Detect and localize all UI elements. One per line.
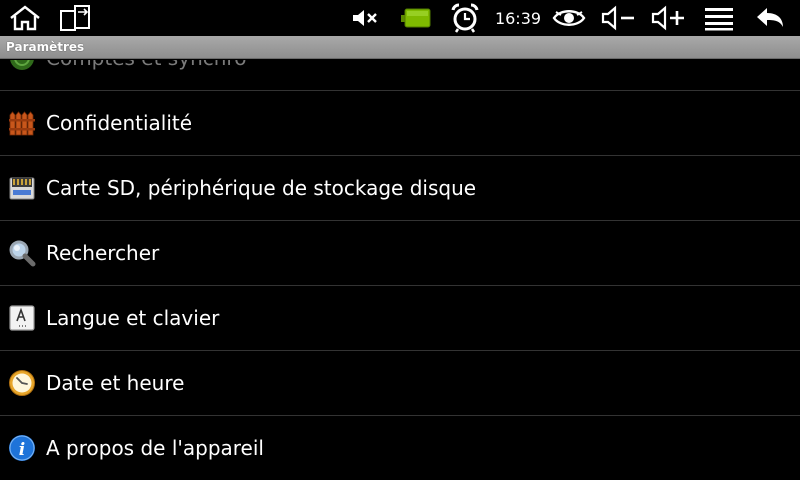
list-item-search[interactable]: Rechercher bbox=[0, 221, 800, 285]
list-item-label: A propos de l'appareil bbox=[46, 436, 264, 460]
svg-text:i: i bbox=[19, 440, 25, 460]
battery-icon bbox=[398, 0, 434, 36]
back-icon[interactable] bbox=[752, 0, 788, 36]
list-item-sd-card[interactable]: Carte SD, périphérique de stockage disqu… bbox=[0, 156, 800, 220]
list-item-label: Date et heure bbox=[46, 371, 185, 395]
keyboard-language-icon bbox=[9, 305, 35, 331]
list-item-accounts-sync[interactable]: Comptes et synchro bbox=[0, 60, 800, 90]
status-time: 16:39 bbox=[494, 8, 542, 28]
list-item-language-keyboard[interactable]: Langue et clavier bbox=[0, 286, 800, 350]
sync-icon bbox=[10, 60, 34, 70]
sd-card-icon bbox=[9, 177, 35, 200]
rotate-screen-icon[interactable] bbox=[56, 0, 96, 36]
list-item-label: Rechercher bbox=[46, 241, 160, 265]
list-item-about-device[interactable]: i A propos de l'appareil bbox=[0, 416, 800, 480]
title-bar: Paramètres bbox=[0, 36, 800, 59]
status-bar: 16:39 bbox=[0, 0, 800, 36]
list-item-date-time[interactable]: Date et heure bbox=[0, 351, 800, 415]
settings-list: Comptes et synchro Confidentialité bbox=[0, 60, 800, 480]
mute-icon[interactable] bbox=[348, 0, 382, 36]
magnifier-icon bbox=[9, 240, 36, 267]
alarm-clock-icon bbox=[448, 0, 482, 36]
eye-icon[interactable] bbox=[550, 0, 588, 36]
volume-up-icon[interactable] bbox=[648, 0, 688, 36]
list-item-label: Carte SD, périphérique de stockage disqu… bbox=[46, 176, 477, 200]
volume-down-icon[interactable] bbox=[598, 0, 638, 36]
menu-icon[interactable] bbox=[702, 0, 736, 36]
list-item-label: Confidentialité bbox=[46, 111, 193, 135]
privacy-fence-icon bbox=[9, 111, 35, 136]
clock-icon bbox=[9, 370, 35, 396]
info-icon: i bbox=[9, 435, 35, 461]
list-item-label: Langue et clavier bbox=[46, 306, 220, 330]
list-item-label: Comptes et synchro bbox=[46, 60, 246, 70]
list-item-privacy[interactable]: Confidentialité bbox=[0, 91, 800, 155]
home-icon[interactable] bbox=[6, 0, 44, 36]
page-title: Paramètres bbox=[6, 40, 85, 54]
